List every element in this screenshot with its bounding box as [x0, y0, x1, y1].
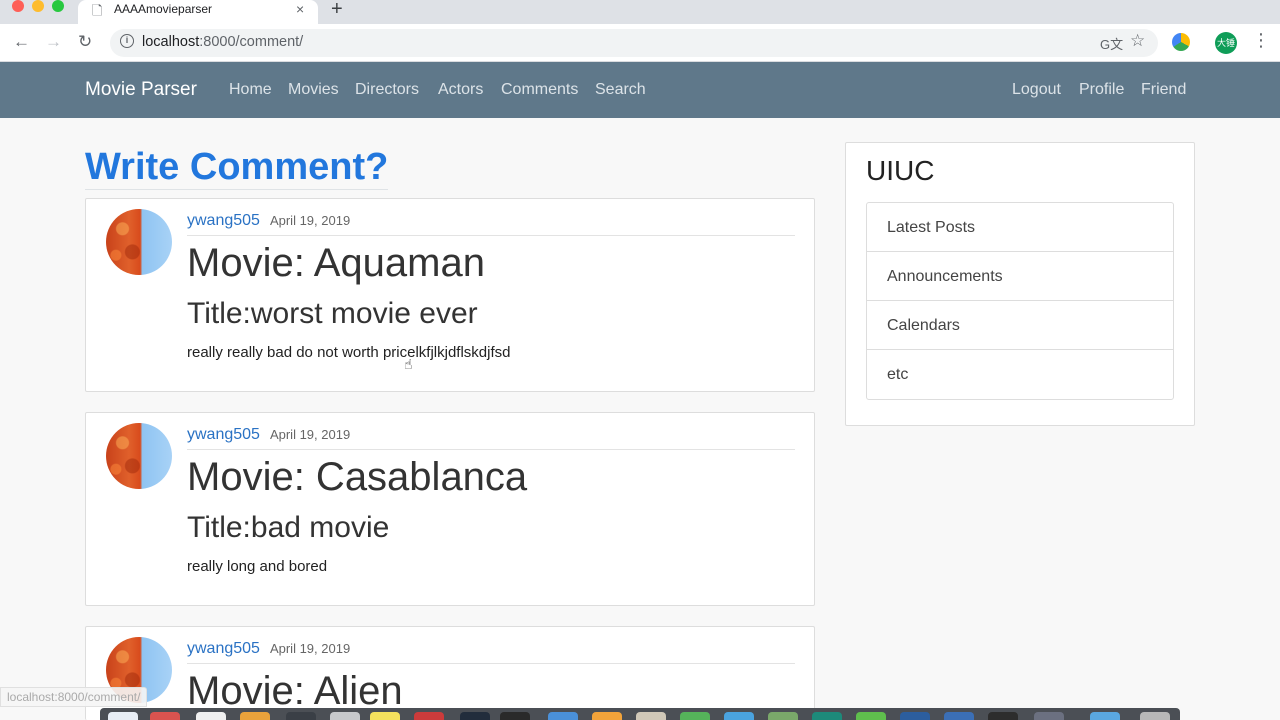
- dock-notes-icon[interactable]: [370, 712, 400, 720]
- sidebar-item-etc[interactable]: etc: [867, 350, 1173, 399]
- address-bar[interactable]: i localhost:8000/comment/ G文 ☆: [110, 29, 1158, 57]
- dock-app-icon[interactable]: [592, 712, 622, 720]
- nav-link-actors[interactable]: Actors: [438, 81, 483, 99]
- sidebar-item-latest-posts[interactable]: Latest Posts: [867, 203, 1173, 252]
- dock-app-icon[interactable]: [414, 712, 444, 720]
- dock-trash-icon[interactable]: [1140, 712, 1170, 720]
- dock-chrome-icon[interactable]: [196, 712, 226, 720]
- dock-app-icon[interactable]: [768, 712, 798, 720]
- dock-app-icon[interactable]: [548, 712, 578, 720]
- comment-date: April 19, 2019: [269, 427, 351, 442]
- translate-icon[interactable]: G文: [1100, 34, 1123, 53]
- minimize-window-icon[interactable]: [32, 0, 44, 12]
- browser-menu-icon[interactable]: ⋮: [1252, 30, 1270, 51]
- dock-app-icon[interactable]: [636, 712, 666, 720]
- dock-app-icon[interactable]: [1034, 712, 1064, 720]
- dock-folder-icon[interactable]: [1090, 712, 1120, 720]
- new-tab-icon[interactable]: +: [331, 0, 343, 21]
- browser-tab[interactable]: 🗋 AAAAmovieparser ×: [78, 0, 318, 24]
- link-status-bar: localhost:8000/comment/: [0, 687, 148, 707]
- write-comment-link[interactable]: Write Comment?: [85, 146, 389, 190]
- url-host: localhost: [142, 34, 200, 50]
- close-window-icon[interactable]: [12, 0, 24, 12]
- comment-date: April 19, 2019: [269, 213, 351, 228]
- comment-title: Title:bad movie: [187, 511, 390, 544]
- nav-link-profile[interactable]: Profile: [1079, 81, 1124, 99]
- nav-link-comments[interactable]: Comments: [501, 81, 578, 99]
- dock-app-icon[interactable]: [330, 712, 360, 720]
- dock-calendar-icon[interactable]: [150, 712, 180, 720]
- comment-body: really long and bored: [187, 558, 328, 575]
- comment-card: ywang505 April 19, 2019 Movie: Casablanca…: [85, 412, 815, 606]
- comment-body: really really bad do not worth pricelkfj…: [187, 344, 511, 361]
- back-icon[interactable]: ←: [13, 32, 30, 52]
- dock-app-icon[interactable]: [240, 712, 270, 720]
- author-link[interactable]: ywang505: [187, 212, 260, 229]
- brand-link[interactable]: Movie Parser: [85, 79, 197, 101]
- dock-app-icon[interactable]: [988, 712, 1018, 720]
- nav-link-movies[interactable]: Movies: [288, 81, 339, 99]
- browser-tabstrip: 🗋 AAAAmovieparser × +: [0, 0, 1280, 24]
- profile-avatar[interactable]: 大锤: [1215, 32, 1237, 54]
- author-avatar: [106, 209, 172, 275]
- nav-link-logout[interactable]: Logout: [1012, 81, 1061, 99]
- dock-app-icon[interactable]: [900, 712, 930, 720]
- nav-link-friend[interactable]: Friend: [1141, 81, 1186, 99]
- hand-pointer-icon: ☝: [404, 356, 413, 372]
- site-navbar: Movie Parser Home Movies Directors Actor…: [0, 62, 1280, 118]
- tab-title: AAAAmovieparser: [114, 2, 213, 16]
- dock-terminal-icon[interactable]: [500, 712, 530, 720]
- comment-meta: ywang505 April 19, 2019: [187, 212, 795, 236]
- comment-card: ywang505 April 19, 2019 Movie: Alien: [85, 626, 815, 720]
- author-link[interactable]: ywang505: [187, 640, 260, 657]
- reload-icon[interactable]: ↻: [78, 32, 92, 52]
- url-text[interactable]: localhost:8000/comment/: [142, 34, 303, 50]
- comment-movie: Movie: Casablanca: [187, 455, 528, 499]
- author-link[interactable]: ywang505: [187, 426, 260, 443]
- author-avatar: [106, 423, 172, 489]
- dock-app-icon[interactable]: [856, 712, 886, 720]
- forward-icon[interactable]: →: [45, 32, 62, 52]
- dock-app-icon[interactable]: [460, 712, 490, 720]
- comment-meta: ywang505 April 19, 2019: [187, 426, 795, 450]
- dock-app-icon[interactable]: [812, 712, 842, 720]
- comment-card: ywang505 April 19, 2019 Movie: Aquaman Ti…: [85, 198, 815, 392]
- tab-close-icon[interactable]: ×: [296, 1, 304, 17]
- comment-title: Title:worst movie ever: [187, 297, 478, 330]
- sidebar: UIUC Latest Posts Announcements Calendar…: [845, 142, 1195, 426]
- dock-app-icon[interactable]: [724, 712, 754, 720]
- maximize-window-icon[interactable]: [52, 0, 64, 12]
- sidebar-title: UIUC: [866, 155, 935, 186]
- page-icon: 🗋: [92, 3, 103, 18]
- comment-movie: Movie: Aquaman: [187, 241, 485, 285]
- dock-app-icon[interactable]: [286, 712, 316, 720]
- browser-toolbar: ← → ↻ i localhost:8000/comment/ G文 ☆ 大锤 …: [0, 24, 1280, 62]
- nav-link-directors[interactable]: Directors: [355, 81, 419, 99]
- bookmark-star-icon[interactable]: ☆: [1130, 31, 1145, 51]
- dock-finder-icon[interactable]: [108, 712, 138, 720]
- dock-app-icon[interactable]: [680, 712, 710, 720]
- sidebar-item-announcements[interactable]: Announcements: [867, 252, 1173, 301]
- nav-link-search[interactable]: Search: [595, 81, 646, 99]
- dock-app-icon[interactable]: [944, 712, 974, 720]
- sidebar-item-calendars[interactable]: Calendars: [867, 301, 1173, 350]
- nav-link-home[interactable]: Home: [229, 81, 272, 99]
- comment-date: April 19, 2019: [269, 641, 351, 656]
- sidebar-list: Latest Posts Announcements Calendars etc: [866, 202, 1174, 400]
- url-path: :8000/comment/: [199, 34, 304, 50]
- info-icon[interactable]: i: [120, 34, 134, 48]
- extension-icon[interactable]: [1172, 33, 1190, 51]
- comment-meta: ywang505 April 19, 2019: [187, 640, 795, 664]
